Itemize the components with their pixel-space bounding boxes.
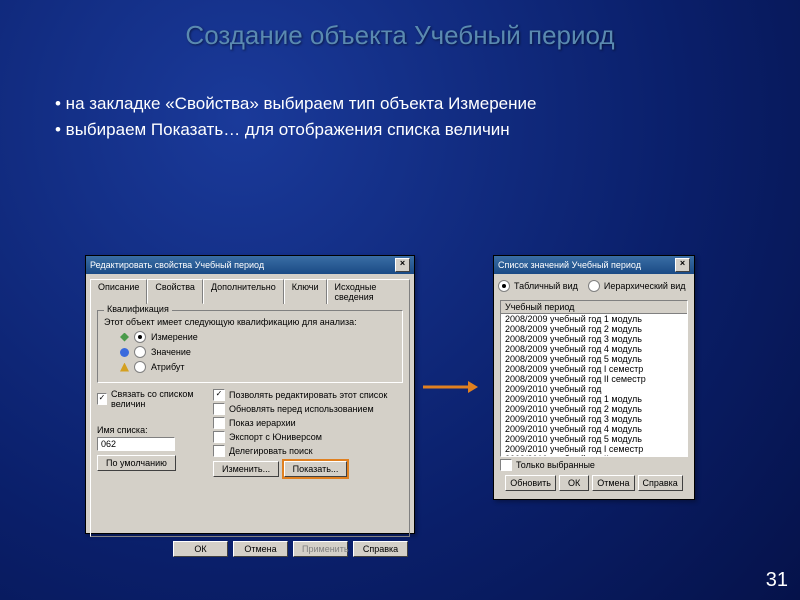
radio-value[interactable]: Значение bbox=[120, 346, 396, 358]
list-item[interactable]: 2009/2010 учебный год 3 модуль bbox=[501, 414, 687, 424]
value-icon bbox=[120, 348, 129, 357]
qualification-group: Квалификация Этот объект имеет следующую… bbox=[97, 310, 403, 383]
chk-export[interactable]: Экспорт с Юниверсом bbox=[213, 431, 403, 443]
radio-dimension[interactable]: Измерение bbox=[120, 331, 396, 343]
values-list[interactable]: Учебный период 2008/2009 учебный год 1 м… bbox=[500, 300, 688, 457]
radio-label: Измерение bbox=[151, 332, 198, 342]
chk-label: Экспорт с Юниверсом bbox=[229, 432, 322, 442]
view-hier[interactable]: Иерархический вид bbox=[588, 280, 686, 292]
list-item[interactable]: 2009/2010 учебный год 1 модуль bbox=[501, 394, 687, 404]
list-item[interactable]: 2009/2010 учебный год bbox=[501, 384, 687, 394]
tab-body: Квалификация Этот объект имеет следующую… bbox=[90, 303, 410, 537]
edit-button[interactable]: Изменить... bbox=[213, 461, 279, 477]
list-item[interactable]: 2009/2010 учебный год 5 модуль bbox=[501, 434, 687, 444]
chk-label: Позволять редактировать этот список bbox=[229, 390, 387, 400]
chk-label: Связать со списком величин bbox=[111, 389, 207, 409]
radio-attribute[interactable]: Атрибут bbox=[120, 361, 396, 373]
close-icon[interactable]: × bbox=[675, 258, 690, 272]
dialog-footer: Обновить ОК Отмена Справка bbox=[500, 475, 688, 491]
close-icon[interactable]: × bbox=[395, 258, 410, 272]
view-toggle: Табличный вид Иерархический вид bbox=[494, 274, 694, 298]
checkbox-icon: ✓ bbox=[97, 393, 107, 405]
show-highlight: Показать... bbox=[282, 459, 350, 479]
chk-link-list[interactable]: ✓ Связать со списком величин bbox=[97, 389, 207, 409]
list-item[interactable]: 2008/2009 учебный год 4 модуль bbox=[501, 344, 687, 354]
list-item[interactable]: 2008/2009 учебный год II семестр bbox=[501, 374, 687, 384]
slide-title: Создание объекта Учебный период bbox=[0, 0, 800, 51]
column-header[interactable]: Учебный период bbox=[501, 301, 687, 314]
dialog-title: Редактировать свойства Учебный период bbox=[90, 260, 395, 270]
bullet-1: • на закладке «Свойства» выбираем тип об… bbox=[55, 91, 800, 117]
tab-description[interactable]: Описание bbox=[90, 279, 147, 304]
view-label: Табличный вид bbox=[514, 281, 578, 291]
dialog-title: Список значений Учебный период bbox=[498, 260, 675, 270]
list-item[interactable]: 2009/2010 учебный год 4 модуль bbox=[501, 424, 687, 434]
values-list-dialog: Список значений Учебный период × Табличн… bbox=[493, 255, 695, 500]
ok-button[interactable]: ОК bbox=[559, 475, 589, 491]
radio-label: Атрибут bbox=[151, 362, 185, 372]
list-item[interactable]: 2009/2010 учебный год I семестр bbox=[501, 444, 687, 454]
chk-label: Показ иерархии bbox=[229, 418, 296, 428]
titlebar: Список значений Учебный период × bbox=[494, 256, 694, 274]
refresh-button[interactable]: Обновить bbox=[505, 475, 556, 491]
attribute-icon bbox=[120, 363, 129, 372]
list-name-input[interactable]: 062 bbox=[97, 437, 175, 451]
list-name-label: Имя списка: bbox=[97, 425, 207, 435]
chk-only-selected[interactable]: Только выбранные bbox=[500, 459, 688, 471]
list-item[interactable]: 2008/2009 учебный год I семестр bbox=[501, 364, 687, 374]
chk-label: Обновлять перед использованием bbox=[229, 404, 374, 414]
chk-delegate[interactable]: Делегировать поиск bbox=[213, 445, 403, 457]
list-item[interactable]: 2009/2010 учебный год II семестр bbox=[501, 454, 687, 457]
arrow-icon bbox=[423, 380, 478, 394]
checkbox-icon bbox=[213, 445, 225, 457]
apply-button[interactable]: Применить bbox=[293, 541, 348, 557]
bullet-2: • выбираем Показать… для отображения спи… bbox=[55, 117, 800, 143]
chk-refresh[interactable]: Обновлять перед использованием bbox=[213, 403, 403, 415]
group-desc: Этот объект имеет следующую квалификацию… bbox=[104, 317, 396, 327]
view-table[interactable]: Табличный вид bbox=[498, 280, 578, 292]
edit-properties-dialog: Редактировать свойства Учебный период × … bbox=[85, 255, 415, 534]
tab-properties[interactable]: Свойства bbox=[147, 279, 203, 304]
chk-label: Делегировать поиск bbox=[229, 446, 313, 456]
radio-dot bbox=[134, 361, 146, 373]
radio-label: Значение bbox=[151, 347, 191, 357]
help-button[interactable]: Справка bbox=[638, 475, 683, 491]
radio-dot bbox=[134, 331, 146, 343]
list-item[interactable]: 2009/2010 учебный год 2 модуль bbox=[501, 404, 687, 414]
list-item[interactable]: 2008/2009 учебный год 1 модуль bbox=[501, 314, 687, 324]
cancel-button[interactable]: Отмена bbox=[233, 541, 288, 557]
checkbox-icon: ✓ bbox=[213, 389, 225, 401]
checkbox-icon bbox=[213, 403, 225, 415]
tabs: Описание Свойства Дополнительно Ключи Ис… bbox=[90, 278, 410, 303]
help-button[interactable]: Справка bbox=[353, 541, 408, 557]
tab-source[interactable]: Исходные сведения bbox=[327, 279, 411, 304]
list-item[interactable]: 2008/2009 учебный год 5 модуль bbox=[501, 354, 687, 364]
dialog-footer: ОК Отмена Применить Справка bbox=[92, 541, 408, 557]
default-button[interactable]: По умолчанию bbox=[97, 455, 176, 471]
group-label: Квалификация bbox=[104, 304, 172, 314]
radio-dot bbox=[134, 346, 146, 358]
chk-label: Только выбранные bbox=[516, 460, 595, 470]
radio-dot bbox=[588, 280, 600, 292]
radio-dot bbox=[498, 280, 510, 292]
tab-additional[interactable]: Дополнительно bbox=[203, 279, 284, 304]
list-item[interactable]: 2008/2009 учебный год 3 модуль bbox=[501, 334, 687, 344]
tab-keys[interactable]: Ключи bbox=[284, 279, 327, 304]
ok-button[interactable]: ОК bbox=[173, 541, 228, 557]
titlebar: Редактировать свойства Учебный период × bbox=[86, 256, 414, 274]
chk-allow-edit[interactable]: ✓ Позволять редактировать этот список bbox=[213, 389, 403, 401]
cancel-button[interactable]: Отмена bbox=[592, 475, 634, 491]
dimension-icon bbox=[120, 333, 129, 342]
view-label: Иерархический вид bbox=[604, 281, 686, 291]
show-button[interactable]: Показать... bbox=[284, 461, 348, 477]
page-number: 31 bbox=[766, 569, 788, 592]
list-item[interactable]: 2008/2009 учебный год 2 модуль bbox=[501, 324, 687, 334]
checkbox-icon bbox=[500, 459, 512, 471]
checkbox-icon bbox=[213, 431, 225, 443]
checkbox-icon bbox=[213, 417, 225, 429]
chk-hierarchy[interactable]: Показ иерархии bbox=[213, 417, 403, 429]
bullets: • на закладке «Свойства» выбираем тип об… bbox=[55, 91, 800, 142]
